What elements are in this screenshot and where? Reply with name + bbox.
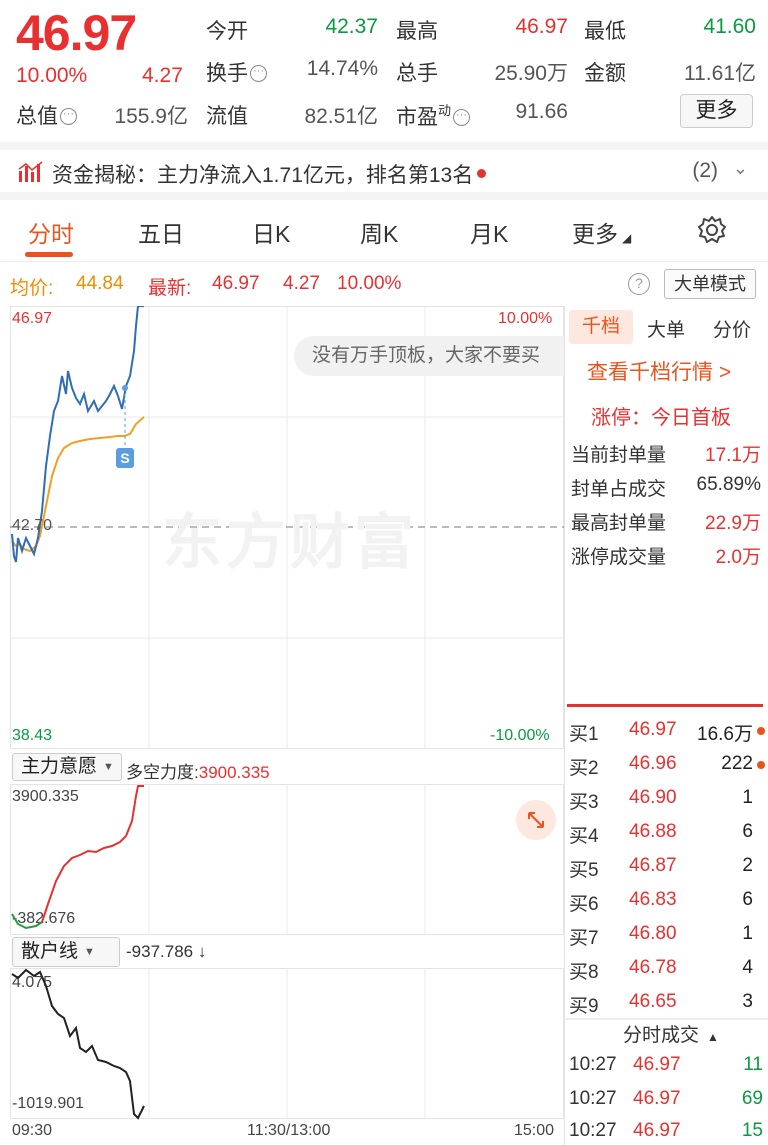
active-tab-indicator (25, 252, 73, 257)
big-order-mode-button[interactable]: 大单模式 (664, 269, 756, 299)
bid-row[interactable]: 买1 46.97 16.6万 (565, 713, 768, 747)
tab-big-order[interactable]: 大单 (647, 315, 685, 342)
avg-value: 44.84 (76, 273, 124, 294)
turnover-value: 14.74% (306, 57, 378, 80)
tab-thousand-level[interactable]: 千档 (569, 310, 633, 344)
bid-row[interactable]: 买8 46.78 4 (565, 951, 768, 985)
bid-row[interactable]: 买7 46.80 1 (565, 917, 768, 951)
latest-label: 最新: (148, 278, 192, 299)
float-value: 82.51亿 (304, 105, 378, 128)
change-amount: 4.27 (142, 64, 183, 87)
fund-flow-bar[interactable]: 资金揭秘：主力净流入1.71亿元，排名第13名 (2) ⌄ (0, 142, 768, 200)
limit-stat-row: 当前封单量 17.1万 (571, 445, 761, 466)
tab-weekly-k[interactable]: 周K (360, 215, 398, 249)
tab-daily-k[interactable]: 日K (252, 215, 290, 249)
latest-value: 46.97 (212, 273, 260, 294)
retail-line (11, 968, 145, 1120)
volume-label: 总手 (396, 62, 438, 85)
quote-header: 46.97 10.00% 4.27 总值 ··· 155.9亿 今开 42.37 … (0, 0, 768, 142)
tab-more[interactable]: 更多 ◢ (572, 215, 631, 249)
limit-stat-row: 涨停成交量 2.0万 (571, 547, 761, 568)
bid-row[interactable]: 买4 46.88 6 (565, 815, 768, 849)
current-price: 46.97 (16, 5, 137, 61)
tab-intraday[interactable]: 分时 (28, 215, 74, 249)
tab-five-day[interactable]: 五日 (138, 215, 184, 249)
limit-up-title: 涨停：今日首板 (591, 407, 731, 429)
info-icon[interactable]: ··· (453, 109, 471, 126)
ticks-title[interactable]: 分时成交 ▲ (623, 1020, 719, 1047)
amount-label: 金额 (584, 62, 626, 85)
time-start: 09:30 (12, 1122, 53, 1139)
fund-flow-text: 资金揭秘：主力净流入1.71亿元，排名第13名 (52, 159, 487, 189)
bid-row[interactable]: 买9 46.65 3 (565, 985, 768, 1019)
limit-stat-row: 封单占成交 65.89% (571, 474, 761, 500)
chart-bars-icon (18, 161, 43, 182)
time-mid: 11:30/13:00 (247, 1122, 331, 1139)
bid-row[interactable]: 买6 46.83 6 (565, 883, 768, 917)
tab-price-distribution[interactable]: 分价 (713, 315, 751, 342)
avg-label: 均价: (10, 278, 54, 299)
low-label: 最低 (584, 20, 626, 43)
open-label: 今开 (206, 20, 248, 43)
bid-row[interactable]: 买3 46.90 1 (565, 781, 768, 815)
volume-value: 25.90万 (494, 62, 568, 85)
tick-row: 10:27 46.97 11 (569, 1054, 763, 1075)
info-icon[interactable]: ··· (60, 108, 77, 125)
limit-stat-row: 最高封单量 22.9万 (571, 513, 761, 534)
latest-change: 4.27 (283, 273, 320, 294)
avg-price-bar: 均价: 44.84 最新: 46.97 4.27 10.00% ? 大单模式 (0, 262, 768, 306)
low-value: 41.60 (703, 15, 756, 38)
fund-flow-count: (2) (692, 159, 718, 182)
retail-lines (11, 968, 145, 1120)
intraday-charts[interactable]: 东方财富 S 46.97 10.00% 42.70 38.43 -10.00% … (0, 306, 564, 1145)
open-value: 42.37 (325, 15, 378, 38)
info-icon[interactable]: ··· (250, 65, 267, 82)
pe-value: 91.66 (515, 100, 568, 123)
gear-icon[interactable] (696, 214, 728, 246)
help-icon[interactable]: ? (628, 273, 650, 295)
pe-label[interactable]: 市盈动 ··· (396, 100, 471, 131)
divider (567, 704, 763, 707)
time-end: 15:00 (514, 1122, 555, 1139)
amount-value: 11.61亿 (684, 62, 756, 85)
latest-percent: 10.00% (337, 273, 402, 294)
tick-row: 10:27 46.97 15 (569, 1120, 763, 1141)
bid-row[interactable]: 买5 46.87 2 (565, 849, 768, 883)
mktcap-value: 155.9亿 (114, 105, 188, 128)
chart-tabs: 分时 五日 日K 周K 月K 更多 ◢ (0, 200, 768, 262)
more-button[interactable]: 更多 (680, 94, 753, 128)
high-value: 46.97 (515, 15, 568, 38)
high-label: 最高 (396, 20, 438, 43)
bid-row[interactable]: 买2 46.96 222 (565, 747, 768, 781)
float-label: 流值 (206, 105, 248, 128)
unread-dot (477, 169, 487, 178)
view-depth-link[interactable]: 查看千档行情 > (587, 356, 731, 386)
chevron-down-icon[interactable]: ⌄ (733, 158, 748, 179)
tab-monthly-k[interactable]: 月K (470, 215, 508, 249)
order-book: 千档 大单 分价 查看千档行情 > 涨停：今日首板 当前封单量 17.1万 封单占… (564, 306, 768, 1145)
mktcap-label[interactable]: 总值 ··· (16, 100, 77, 130)
turnover-label[interactable]: 换手 ··· (206, 57, 267, 87)
change-percent: 10.00% (16, 64, 88, 87)
tick-row: 10:27 46.97 69 (569, 1088, 763, 1109)
